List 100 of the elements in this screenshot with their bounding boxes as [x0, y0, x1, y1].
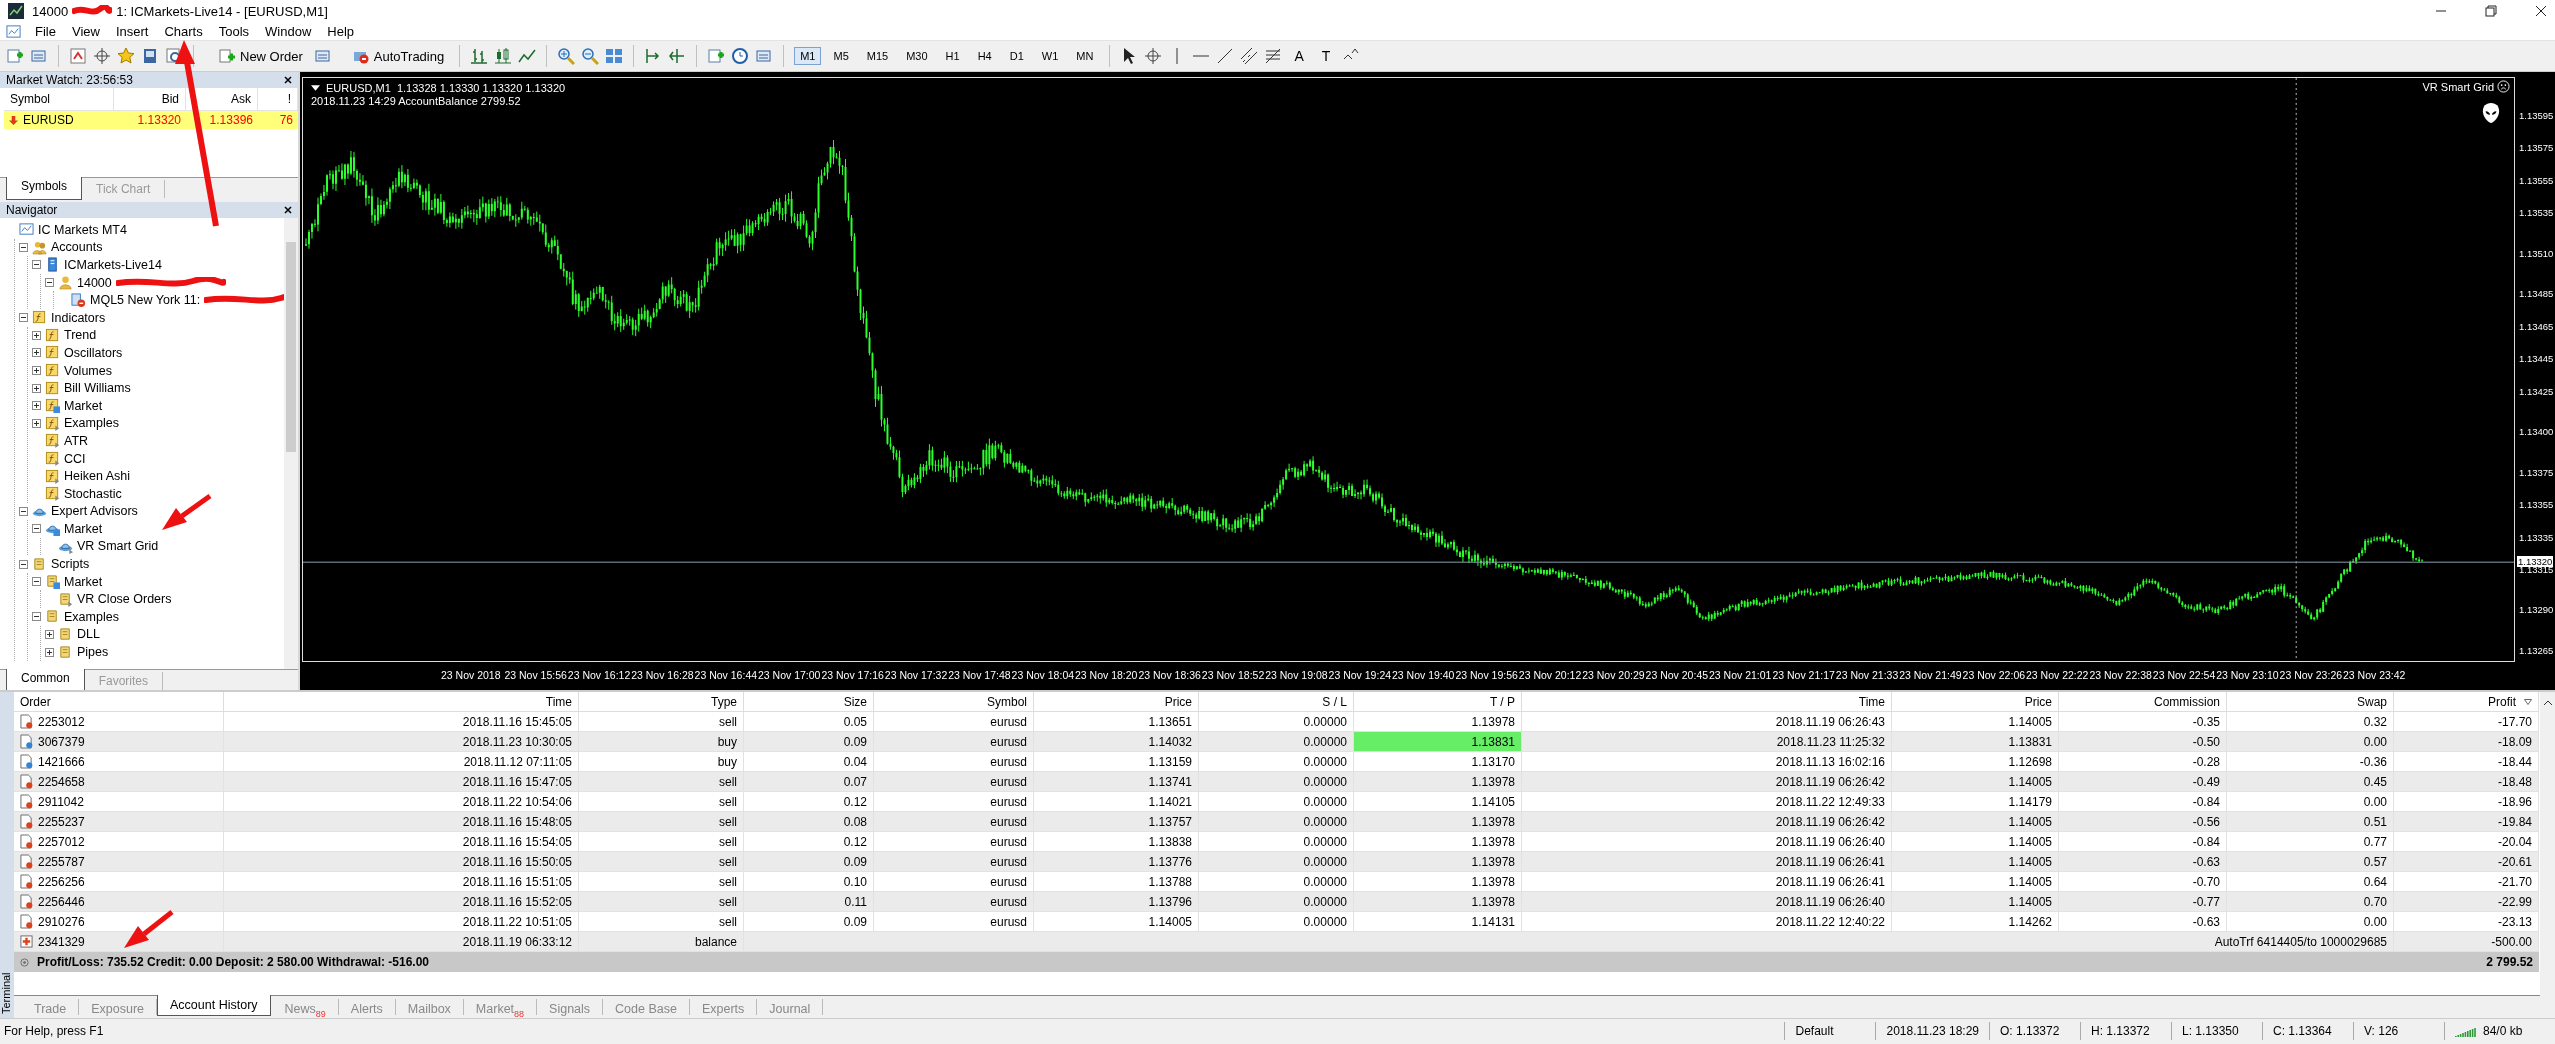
table-cell[interactable]: 2255787: [14, 852, 224, 872]
scroll-up-icon[interactable]: [2542, 700, 2553, 706]
column-header[interactable]: Type: [579, 692, 744, 712]
close-icon[interactable]: [284, 76, 292, 84]
table-cell[interactable]: 2254658: [14, 772, 224, 792]
navigator-icon[interactable]: [117, 47, 135, 65]
timeframe-button[interactable]: D1: [1003, 47, 1030, 65]
navigator-item[interactable]: MQL5 New York 11:: [90, 293, 201, 308]
dropdown-icon[interactable]: [311, 85, 320, 91]
expand-icon[interactable]: [32, 418, 41, 428]
expand-icon[interactable]: [32, 401, 41, 411]
column-header[interactable]: Price: [1892, 692, 2059, 712]
menu-item[interactable]: Help: [319, 22, 363, 40]
navigator-item[interactable]: Oscillators: [64, 345, 123, 360]
bar-chart-icon[interactable]: [470, 47, 489, 65]
column-header[interactable]: Time: [224, 692, 579, 712]
scrollbar[interactable]: [284, 218, 298, 669]
timeframe-button[interactable]: M1: [794, 47, 822, 65]
timeframe-button[interactable]: M15: [860, 47, 895, 65]
navigator-item[interactable]: CCI: [64, 451, 86, 466]
timeframe-button[interactable]: H4: [971, 47, 998, 65]
menu-item[interactable]: Charts: [156, 22, 211, 40]
column-header[interactable]: Swap: [2227, 692, 2394, 712]
column-header[interactable]: Commission: [2059, 692, 2227, 712]
autotrading-button[interactable]: AutoTrading: [347, 45, 450, 67]
navigator-item[interactable]: Accounts: [51, 240, 103, 255]
chart-shift-icon[interactable]: [668, 47, 687, 65]
menu-item[interactable]: Insert: [107, 22, 157, 40]
column-header[interactable]: Profit: [2394, 692, 2539, 712]
table-cell[interactable]: EURUSD: [4, 111, 114, 129]
navigator-item[interactable]: Stochastic: [64, 486, 122, 501]
column-header[interactable]: Size: [744, 692, 874, 712]
tester-icon[interactable]: [165, 47, 183, 65]
tab[interactable]: News$_{89}$: [272, 999, 339, 1015]
navigator-item[interactable]: ATR: [64, 433, 89, 448]
column-header[interactable]: Symbol: [874, 692, 1034, 712]
expand-icon[interactable]: [32, 348, 41, 358]
crosshair-icon[interactable]: [93, 47, 111, 65]
expand-icon[interactable]: [32, 330, 41, 340]
zoom-out-icon[interactable]: [581, 47, 600, 65]
collapse-icon[interactable]: [19, 313, 28, 323]
navigator-item[interactable]: Bill Williams: [64, 381, 131, 396]
timeframe-button[interactable]: M5: [827, 47, 855, 65]
line-chart-icon[interactable]: [518, 47, 537, 65]
collapse-icon[interactable]: [32, 577, 41, 587]
tab[interactable]: Symbols: [6, 177, 82, 200]
close-icon[interactable]: [284, 206, 292, 214]
navigator-item[interactable]: Market: [64, 521, 103, 536]
timeframe-button[interactable]: W1: [1035, 47, 1065, 65]
crosshair-icon[interactable]: [1144, 47, 1163, 65]
navigator-item[interactable]: Heiken Ashi: [64, 469, 130, 484]
column-header[interactable]: Order: [14, 692, 224, 712]
column-header[interactable]: Price: [1034, 692, 1199, 712]
navigator-item[interactable]: VR Close Orders: [77, 592, 172, 607]
collapse-icon[interactable]: [19, 242, 28, 252]
table-cell[interactable]: 3067379: [14, 732, 224, 752]
navigator-item[interactable]: Indicators: [51, 310, 106, 325]
expand-icon[interactable]: [32, 366, 41, 376]
tab[interactable]: Common: [6, 669, 85, 692]
timeframe-button[interactable]: M30: [900, 47, 934, 65]
timeframe-button[interactable]: H1: [939, 47, 966, 65]
navigator-item[interactable]: Market: [64, 574, 103, 589]
column-header[interactable]: T / P: [1354, 692, 1522, 712]
menu-item[interactable]: View: [63, 22, 108, 40]
expand-icon[interactable]: [32, 383, 41, 393]
collapse-icon[interactable]: [32, 612, 41, 622]
periods-icon[interactable]: [731, 47, 750, 65]
column-header[interactable]: Time: [1522, 692, 1892, 712]
column-header[interactable]: S / L: [1199, 692, 1354, 712]
text-tool-button[interactable]: T: [1315, 45, 1337, 67]
collapse-icon[interactable]: [32, 260, 41, 270]
navigator-item[interactable]: VR Smart Grid: [77, 539, 159, 554]
chart-plot[interactable]: EURUSD,M1 1.13328 1.13330 1.13320 1.13320 2018.11.23 14:29 AccountBalance 2799.52 VR Smart Grid: [302, 77, 2515, 662]
zoom-in-icon[interactable]: [557, 47, 576, 65]
text-tool-button[interactable]: A: [1288, 45, 1310, 67]
navigator-item[interactable]: Examples: [64, 609, 119, 624]
expand-icon[interactable]: [45, 629, 54, 639]
menu-item[interactable]: File: [27, 22, 64, 40]
table-cell[interactable]: 2255237: [14, 812, 224, 832]
navigator-item[interactable]: Volumes: [64, 363, 112, 378]
table-cell[interactable]: 2256446: [14, 892, 224, 912]
navigator-item[interactable]: Scripts: [51, 557, 90, 572]
trendline-icon[interactable]: [1216, 47, 1235, 65]
navigator-item[interactable]: ICMarkets-Live14: [64, 258, 162, 272]
timeframe-button[interactable]: MN: [1070, 47, 1100, 65]
collapse-icon[interactable]: [19, 506, 28, 516]
expand-icon[interactable]: [45, 647, 54, 657]
channel-icon[interactable]: [1240, 47, 1259, 65]
tab[interactable]: Market$_{88}$: [463, 999, 538, 1015]
navigator-item[interactable]: Expert Advisors: [51, 504, 138, 519]
market-watch-icon[interactable]: [69, 47, 87, 65]
navigator-item[interactable]: Trend: [64, 328, 97, 343]
terminal-icon[interactable]: [141, 47, 159, 65]
menu-item[interactable]: Window: [257, 22, 320, 40]
new-order-button[interactable]: New Order: [214, 45, 308, 67]
tile-windows-icon[interactable]: [605, 47, 624, 65]
navigator-item[interactable]: IC Markets MT4: [38, 222, 127, 237]
restore-icon[interactable]: [2485, 5, 2497, 17]
table-cell[interactable]: 2341329: [14, 932, 224, 952]
navigator-item[interactable]: Examples: [64, 416, 119, 431]
